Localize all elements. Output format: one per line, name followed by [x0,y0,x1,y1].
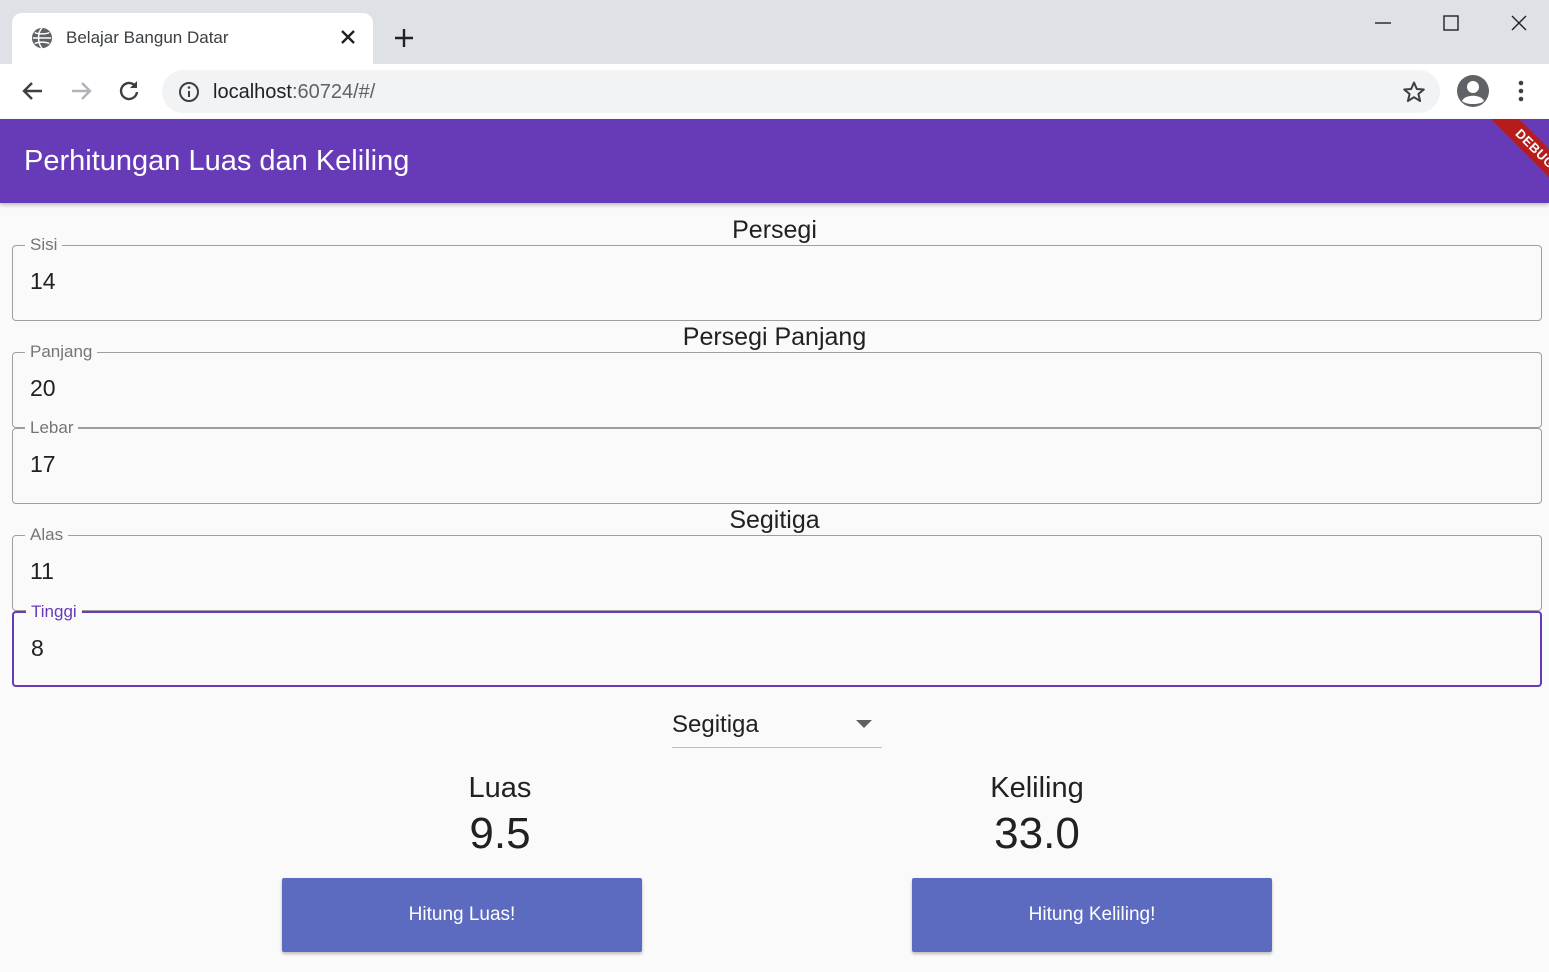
back-arrow-icon[interactable] [20,78,46,104]
hitung-keliling-button[interactable]: Hitung Keliling! [912,878,1272,952]
section-segitiga-label: Segitiga [729,506,820,534]
minimize-icon[interactable] [1370,10,1396,36]
panjang-field[interactable]: Panjang 20 [12,343,1542,428]
section-persegi-label: Persegi [732,216,817,244]
tab-title: Belajar Bangun Datar [66,28,229,47]
keliling-value: 33.0 [994,809,1080,858]
alas-value: 11 [30,558,54,584]
luas-label: Luas [468,772,532,804]
alas-field[interactable]: Alas 11 [12,526,1542,611]
url-text: localhost:60724/#/ [213,81,375,104]
dropdown-arrow-icon [856,720,872,728]
close-window-icon[interactable] [1506,10,1532,36]
debug-banner: DEBUG [1478,119,1549,203]
url-host: localhost [213,81,292,103]
browser-tab[interactable]: Belajar Bangun Datar [12,13,373,64]
tinggi-value: 8 [31,635,44,661]
close-tab-icon[interactable] [338,27,358,47]
panjang-value: 20 [30,375,56,401]
more-menu-icon[interactable] [1510,78,1532,104]
section-persegi-panjang-label: Persegi Panjang [682,323,867,351]
lebar-label: Lebar [25,419,79,437]
sisi-value: 14 [30,268,56,294]
keliling-label: Keliling [990,772,1084,804]
maximize-icon[interactable] [1438,10,1464,36]
url-path: :60724/#/ [291,81,376,103]
panjang-label: Panjang [25,343,98,361]
lebar-value: 17 [30,451,56,477]
tinggi-label: Tinggi [26,603,82,621]
reload-icon[interactable] [116,78,142,104]
new-tab-icon[interactable] [392,26,416,50]
tinggi-field[interactable]: Tinggi 8 [12,603,1542,687]
lebar-field[interactable]: Lebar 17 [12,419,1542,504]
profile-avatar-icon[interactable] [1456,74,1490,108]
info-icon[interactable] [178,81,200,103]
shape-dropdown[interactable]: Segitiga [672,705,882,748]
bookmark-star-icon[interactable] [1402,80,1426,104]
hitung-luas-button[interactable]: Hitung Luas! [282,878,642,952]
forward-arrow-icon[interactable] [68,78,94,104]
app-title: Perhitungan Luas dan Keliling [24,145,410,177]
browser-tab-strip: Belajar Bangun Datar [0,0,1549,64]
dropdown-selected-value: Segitiga [672,711,759,738]
address-bar[interactable]: localhost:60724/#/ [162,70,1440,113]
browser-toolbar: localhost:60724/#/ [0,64,1549,119]
luas-value: 9.5 [469,809,531,858]
alas-label: Alas [25,526,69,544]
sisi-label: Sisi [25,236,63,254]
sisi-field[interactable]: Sisi 14 [12,236,1542,321]
app-bar: Perhitungan Luas dan Keliling DEBUG [0,119,1549,203]
globe-icon [31,27,53,49]
